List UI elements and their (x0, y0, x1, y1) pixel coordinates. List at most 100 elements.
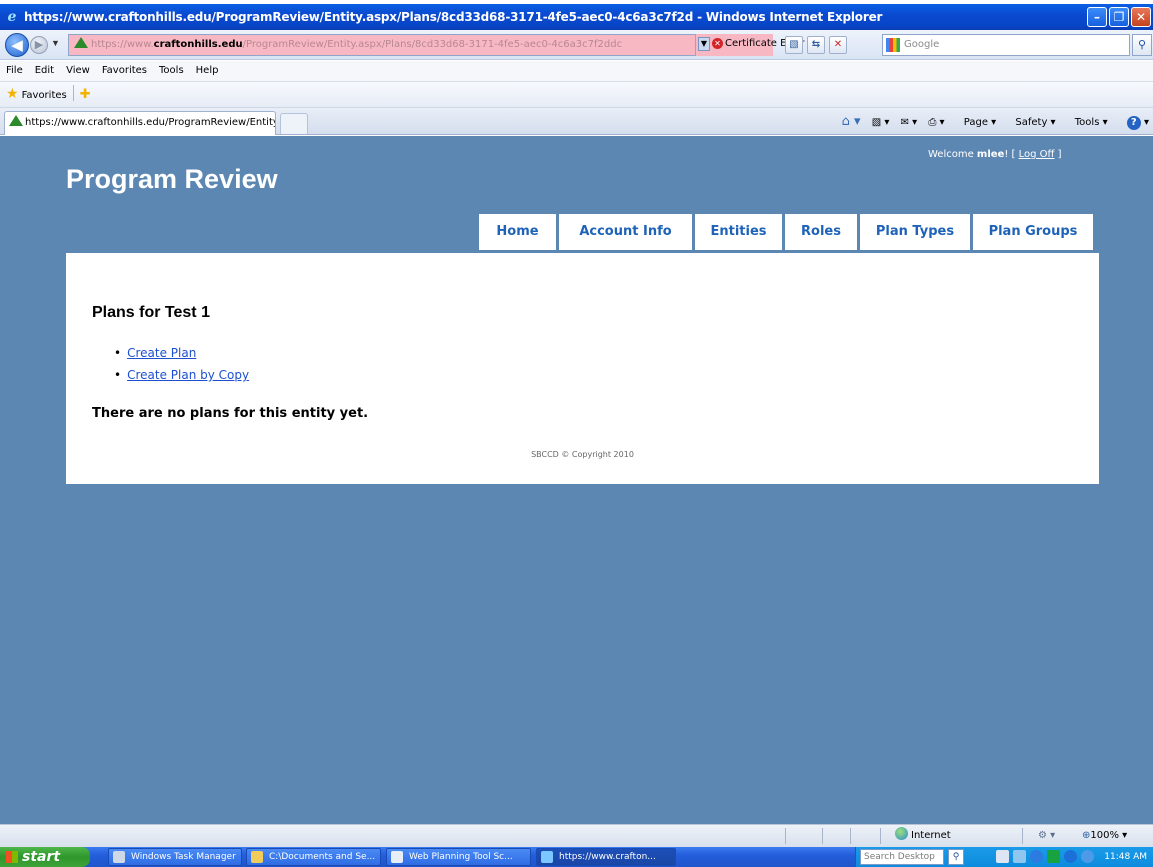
nav-home[interactable]: Home (479, 214, 556, 250)
home-icon[interactable]: ⌂ ▾ (842, 112, 861, 132)
desktop-search-icon[interactable]: ⚲ (948, 849, 964, 865)
plan-actions-list: Create Plan Create Plan by Copy (114, 346, 249, 390)
certificate-error-button[interactable]: ▼ ✕ Certificate Error (695, 34, 805, 56)
favorites-button[interactable]: Favorites (22, 90, 67, 101)
tab-title: https://www.craftonhills.edu/ProgramRevi… (25, 117, 276, 128)
menu-edit[interactable]: Edit (29, 61, 60, 81)
tray-network-icon[interactable] (1013, 850, 1026, 863)
task-explorer-folder[interactable]: C:\Documents and Se... (246, 848, 381, 866)
nav-plan-types[interactable]: Plan Types (860, 214, 970, 250)
forward-button[interactable]: ▶ (30, 36, 48, 54)
tray-help-icon[interactable] (996, 850, 1009, 863)
tools-menu[interactable]: Tools ▾ (1067, 113, 1108, 133)
url-path: /ProgramReview/Entity.aspx/Plans/8cd33d6… (242, 39, 623, 50)
create-plan-link[interactable]: Create Plan (127, 346, 196, 360)
history-dropdown-icon[interactable]: ▼ (51, 38, 60, 48)
status-divider (1022, 828, 1023, 844)
stop-icon[interactable]: ✕ (829, 36, 847, 54)
close-button[interactable]: ✕ (1131, 7, 1151, 27)
menu-favorites[interactable]: Favorites (96, 61, 153, 81)
menu-help[interactable]: Help (190, 61, 225, 81)
task-label: Web Planning Tool Sc... (409, 852, 513, 862)
protected-mode-icon[interactable]: ⚙ ▾ (1038, 825, 1055, 847)
menu-file[interactable]: File (0, 61, 29, 81)
search-input[interactable]: Google (882, 34, 1130, 56)
folder-icon (251, 851, 263, 863)
back-button[interactable]: ◀ (5, 33, 29, 57)
ie-icon (541, 851, 553, 863)
url-prefix: https://www. (91, 39, 154, 50)
ie-window: e https://www.craftonhills.edu/ProgramRe… (0, 4, 1153, 867)
tab-program-review[interactable]: https://www.craftonhills.edu/ProgramRevi… (4, 111, 276, 135)
tools-menu-label: Tools (1074, 117, 1100, 128)
address-bar[interactable]: https://www.craftonhills.edu/ProgramRevi… (68, 34, 773, 56)
welcome-message: Welcome mlee! [ Log Off ] (928, 149, 1062, 160)
tray-icons (996, 850, 1094, 863)
word-icon (391, 851, 403, 863)
print-icon[interactable]: ⎙ ▾ (928, 113, 944, 133)
tray-update-icon[interactable] (1081, 850, 1094, 863)
nav-roles[interactable]: Roles (785, 214, 857, 250)
address-dropdown-icon[interactable]: ▼ (698, 37, 710, 51)
task-label: Windows Task Manager (131, 852, 236, 862)
tab-bar: https://www.craftonhills.edu/ProgramRevi… (0, 108, 1153, 135)
window-controls: – ❐ ✕ (1087, 7, 1151, 27)
task-word-document[interactable]: Web Planning Tool Sc... (386, 848, 531, 866)
refresh-icon[interactable]: ⇆ (807, 36, 825, 54)
nav-plan-groups[interactable]: Plan Groups (973, 214, 1093, 250)
welcome-suffix: ! [ (1004, 149, 1019, 160)
zoom-level: 100% (1090, 830, 1119, 841)
search-icon[interactable]: ⚲ (1132, 34, 1152, 56)
status-bar: Internet ⚙ ▾ ⊕100% ▾ (0, 824, 1153, 847)
menu-view[interactable]: View (60, 61, 96, 81)
system-tray: Search Desktop ⚲ 11:48 AM (855, 847, 1153, 867)
task-manager-icon (113, 851, 125, 863)
address-toolbar: ◀ ▶ ▼ https://www.craftonhills.edu/Progr… (0, 30, 1153, 60)
maximize-button[interactable]: ❐ (1109, 7, 1129, 27)
log-off-link[interactable]: Log Off (1019, 149, 1055, 160)
divider (72, 85, 74, 101)
google-icon (886, 38, 900, 52)
status-divider (880, 828, 881, 844)
command-bar: ⌂ ▾ ▧ ▾ ✉ ▾ ⎙ ▾ Page ▾ Safety ▾ Tools ▾ … (834, 112, 1149, 133)
feeds-icon[interactable]: ▧ ▾ (872, 113, 890, 133)
ie-logo-icon: e (7, 9, 17, 25)
tray-status-icon[interactable] (1047, 850, 1060, 863)
page-menu-label: Page (963, 117, 988, 128)
page-menu[interactable]: Page ▾ (956, 113, 996, 133)
nav-account-info[interactable]: Account Info (559, 214, 692, 250)
new-tab-button[interactable] (280, 113, 308, 134)
zoom-control[interactable]: ⊕100% ▾ (1082, 825, 1127, 847)
globe-icon (895, 827, 908, 840)
taskbar: start Windows Task Manager C:\Documents … (0, 847, 1153, 867)
tray-messenger-icon[interactable] (1064, 850, 1077, 863)
title-bar[interactable]: e https://www.craftonhills.edu/ProgramRe… (0, 4, 1153, 30)
create-plan-by-copy-link[interactable]: Create Plan by Copy (127, 368, 249, 382)
welcome-end: ] (1054, 149, 1062, 160)
mail-icon[interactable]: ✉ ▾ (901, 113, 918, 133)
list-item: Create Plan by Copy (114, 368, 249, 382)
copyright-footer: SBCCD © Copyright 2010 (531, 450, 634, 459)
list-item: Create Plan (114, 346, 249, 360)
tray-bluetooth-icon[interactable] (1030, 850, 1043, 863)
add-to-favorites-bar-icon[interactable]: ✚ (80, 87, 91, 102)
page-title: Plans for Test 1 (92, 304, 210, 321)
clock[interactable]: 11:48 AM (1104, 847, 1147, 867)
nav-entities[interactable]: Entities (695, 214, 782, 250)
start-button[interactable]: start (0, 847, 90, 867)
help-menu[interactable]: ? ▾ (1119, 113, 1149, 133)
site-icon (74, 37, 88, 48)
content-panel: Plans for Test 1 Create Plan Create Plan… (66, 253, 1099, 484)
security-zone-label: Internet (911, 830, 951, 841)
menu-tools[interactable]: Tools (153, 61, 190, 81)
page-viewport: Welcome mlee! [ Log Off ] Program Review… (0, 136, 1153, 824)
safety-menu[interactable]: Safety ▾ (1007, 113, 1055, 133)
task-task-manager[interactable]: Windows Task Manager (108, 848, 242, 866)
minimize-button[interactable]: – (1087, 7, 1107, 27)
task-label: C:\Documents and Se... (269, 852, 376, 862)
security-zone[interactable]: Internet (895, 825, 951, 847)
favorites-star-icon[interactable]: ★ (6, 86, 19, 102)
desktop-search-input[interactable]: Search Desktop (860, 849, 944, 865)
compatibility-view-icon[interactable]: ▧ (785, 36, 803, 54)
task-internet-explorer[interactable]: https://www.crafton... (536, 848, 676, 866)
